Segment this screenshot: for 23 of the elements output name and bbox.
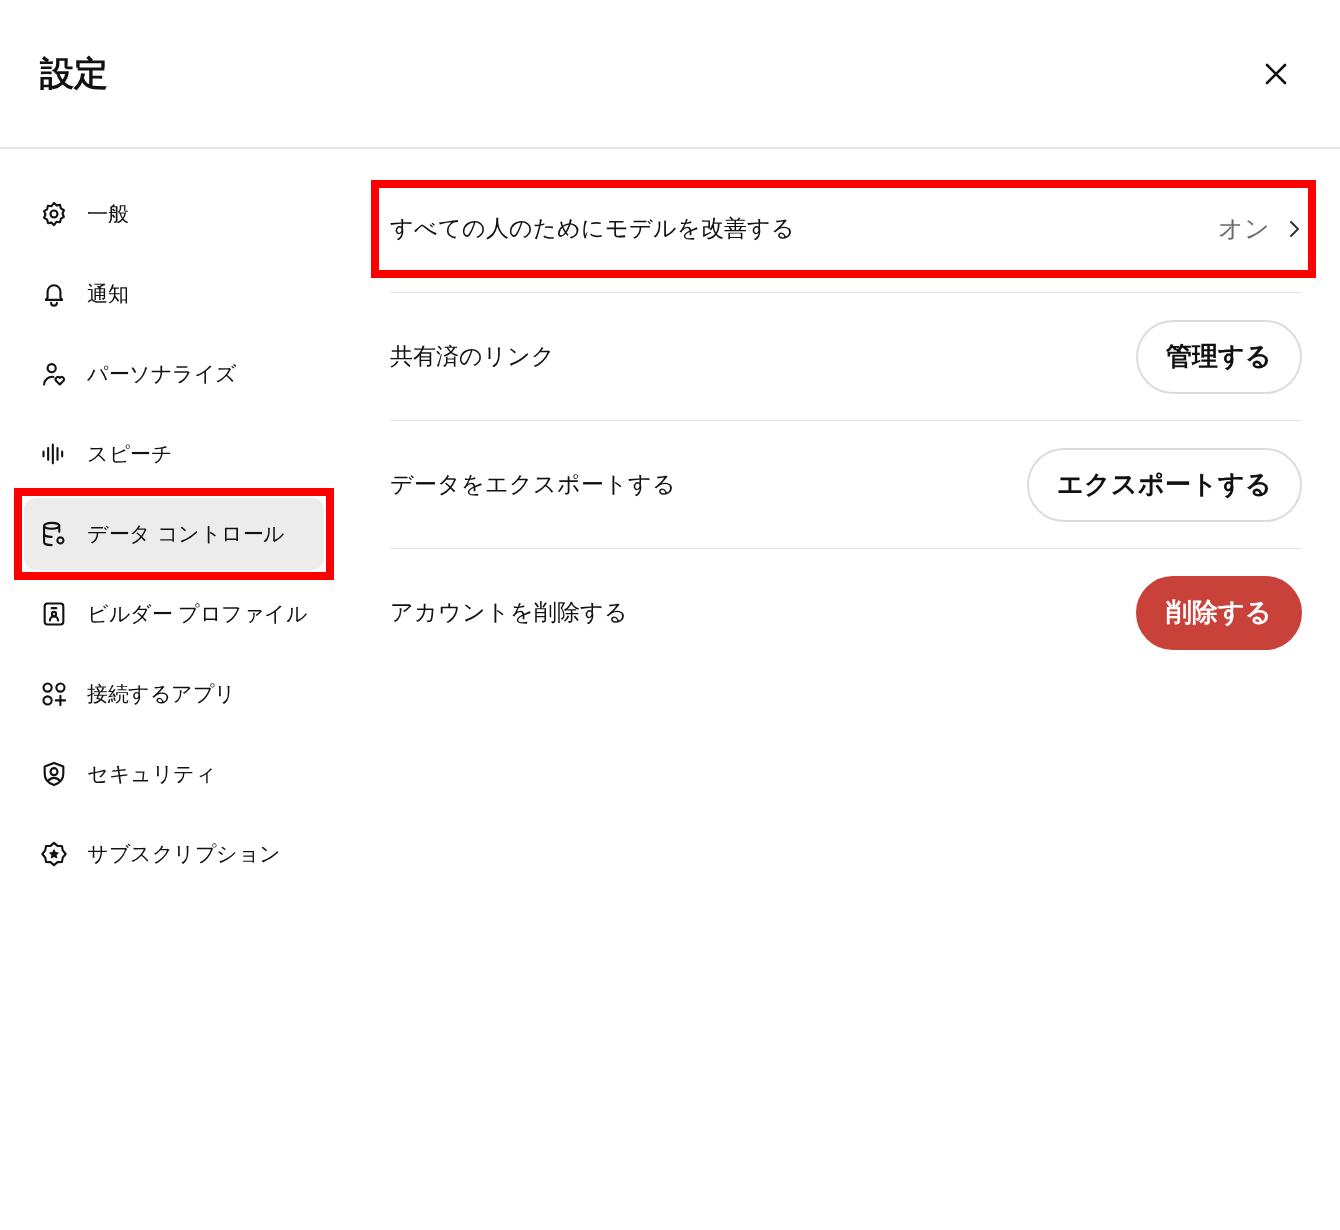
- gear-icon: [40, 200, 68, 228]
- setting-label: アカウントを削除する: [390, 598, 628, 627]
- dialog-title: 設定: [40, 51, 108, 95]
- close-icon: [1264, 61, 1288, 86]
- sidebar-item[interactable]: 接続するアプリ: [24, 658, 324, 730]
- sidebar-item[interactable]: パーソナライズ: [24, 338, 324, 410]
- person-heart-icon: [40, 360, 68, 388]
- setting-value-link[interactable]: オン: [1218, 212, 1302, 245]
- sidebar-item[interactable]: セキュリティ: [24, 738, 324, 810]
- sidebar-item[interactable]: ビルダー プロファイル: [24, 578, 324, 650]
- setting-label: 共有済のリンク: [390, 342, 555, 371]
- sidebar-item[interactable]: データ コントロール: [24, 498, 324, 570]
- sidebar-item[interactable]: サブスクリプション: [24, 818, 324, 890]
- sidebar-item[interactable]: 一般: [24, 178, 324, 250]
- setting-label: すべての人のためにモデルを改善する: [390, 214, 795, 243]
- setting-label: データをエクスポートする: [390, 470, 676, 499]
- star-badge-icon: [40, 840, 68, 868]
- apps-plus-icon: [40, 680, 68, 708]
- sidebar-item[interactable]: スピーチ: [24, 418, 324, 490]
- action-button[interactable]: エクスポートする: [1027, 447, 1302, 522]
- delete-button[interactable]: 削除する: [1136, 575, 1302, 650]
- sidebar-item[interactable]: 通知: [24, 258, 324, 330]
- action-button[interactable]: 管理する: [1136, 319, 1302, 394]
